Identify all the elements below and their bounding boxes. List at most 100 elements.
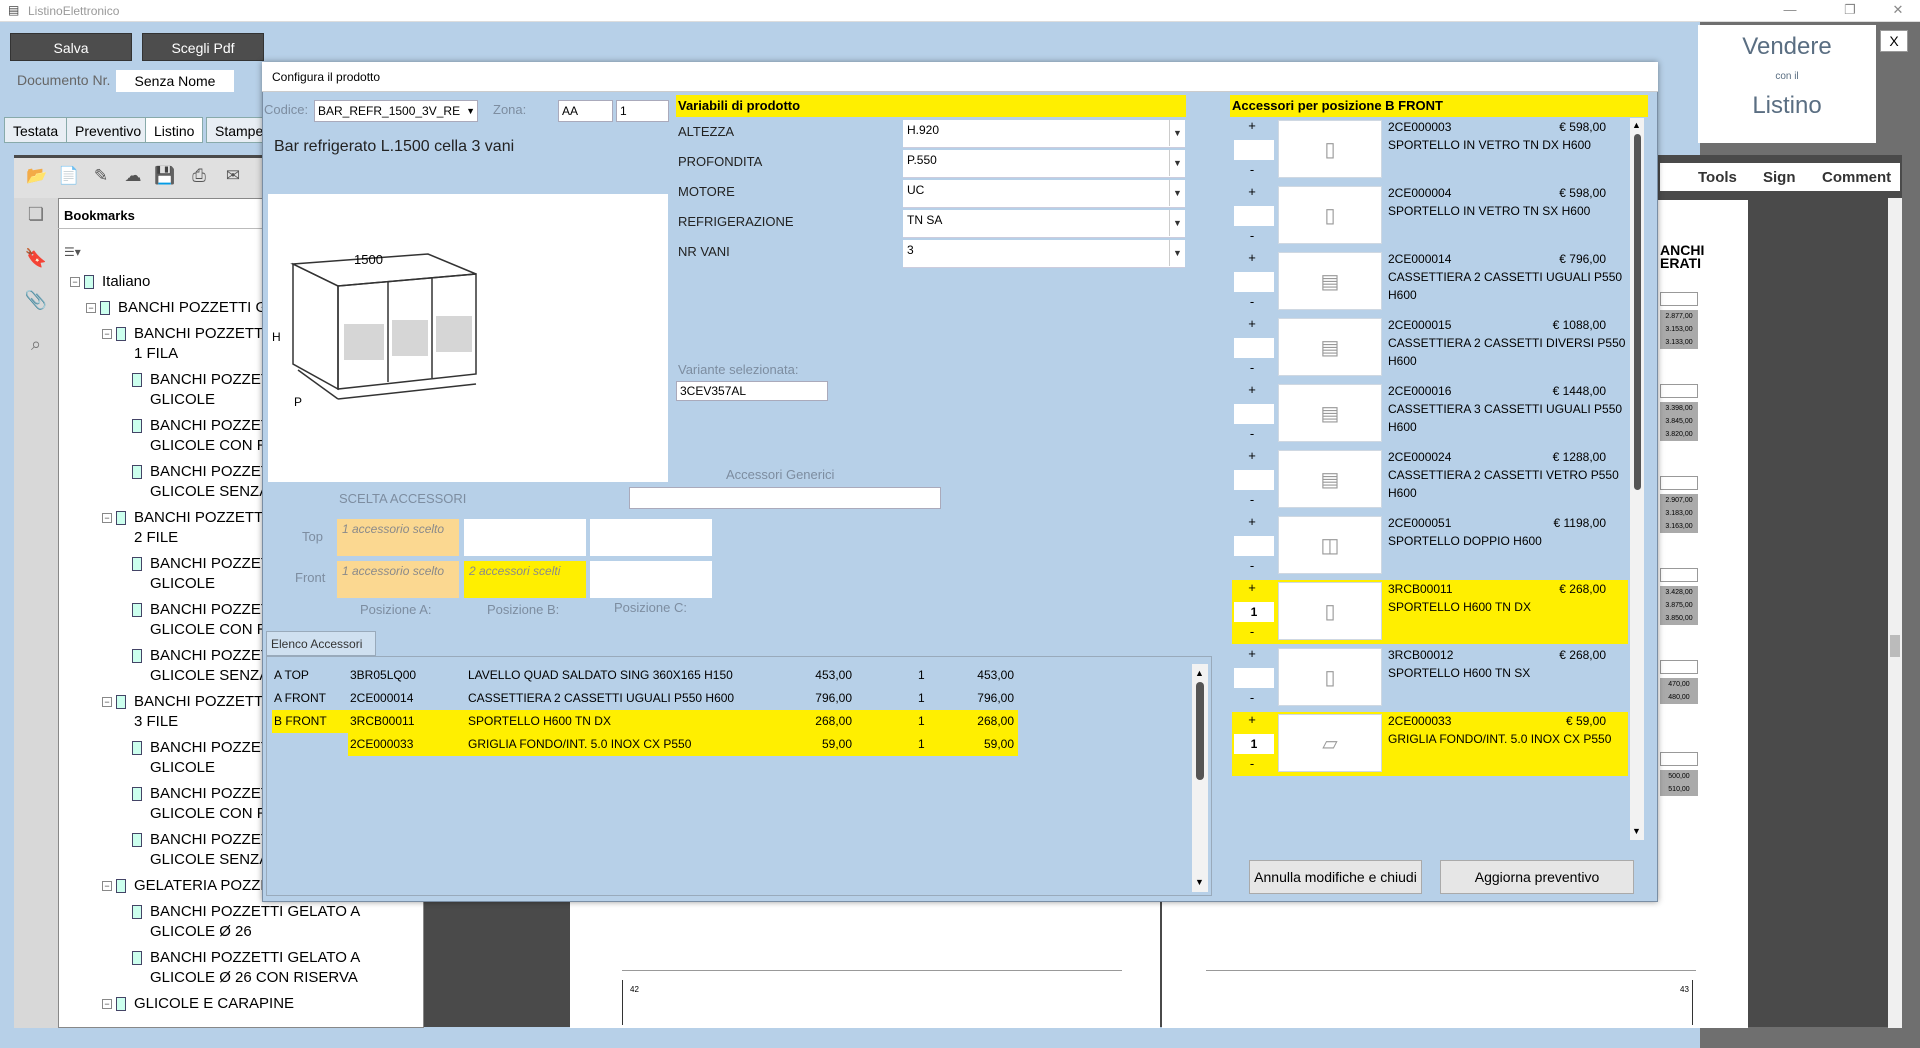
tab-listino[interactable]: Listino xyxy=(145,117,204,143)
minimize-icon[interactable]: — xyxy=(1770,2,1810,20)
slot-top-c[interactable] xyxy=(590,519,712,556)
minus-button[interactable]: - xyxy=(1232,294,1272,309)
catalog-scrollbar-thumb[interactable] xyxy=(1634,134,1641,490)
quantity-field[interactable] xyxy=(1234,206,1274,226)
slot-front-a[interactable]: 1 accessorio scelto xyxy=(337,561,459,598)
document-number-field[interactable]: Senza Nome xyxy=(116,70,234,92)
tab-preventivo[interactable]: Preventivo xyxy=(66,117,151,143)
accessory-image-icon[interactable]: ▯ xyxy=(1278,186,1382,244)
table-row[interactable]: A FRONT 2CE000014 CASSETTIERA 2 CASSETTI U… xyxy=(272,687,1018,710)
accessory-image-icon[interactable]: ▯ xyxy=(1278,648,1382,706)
comment-menu[interactable]: Comment xyxy=(1822,169,1891,186)
variable-select[interactable]: UC ▼ xyxy=(903,180,1185,208)
variable-select[interactable]: P.550 ▼ xyxy=(903,150,1185,178)
minus-button[interactable]: - xyxy=(1232,624,1272,639)
expand-toggle-icon[interactable]: − xyxy=(70,277,80,287)
minus-button[interactable]: - xyxy=(1232,162,1272,177)
sign-menu[interactable]: Sign xyxy=(1763,169,1796,186)
minus-button[interactable]: - xyxy=(1232,690,1272,705)
create-pdf-icon[interactable]: 📄 xyxy=(56,166,82,190)
plus-button[interactable]: + xyxy=(1232,646,1272,661)
pdf-scrollbar[interactable] xyxy=(1888,198,1902,1028)
plus-button[interactable]: + xyxy=(1232,712,1272,727)
plus-button[interactable]: + xyxy=(1232,448,1272,463)
quantity-field[interactable] xyxy=(1234,470,1274,490)
zona-field[interactable]: AA xyxy=(558,100,613,122)
close-button[interactable]: X xyxy=(1880,30,1908,52)
plus-button[interactable]: + xyxy=(1232,184,1272,199)
minus-button[interactable]: - xyxy=(1232,492,1272,507)
plus-button[interactable]: + xyxy=(1232,316,1272,331)
accessory-image-icon[interactable]: ▱ xyxy=(1278,714,1382,772)
save-icon[interactable]: 💾 xyxy=(152,166,178,190)
variable-select[interactable]: H.920 ▼ xyxy=(903,120,1185,148)
tab-accessories-list[interactable]: Elenco Accessori xyxy=(266,631,376,656)
variable-select[interactable]: TN SA ▼ xyxy=(903,210,1185,238)
quantity-field[interactable] xyxy=(1234,536,1274,556)
minus-button[interactable]: - xyxy=(1232,360,1272,375)
close-window-icon[interactable]: ✕ xyxy=(1878,2,1918,20)
expand-toggle-icon[interactable]: − xyxy=(102,697,112,707)
quantity-field[interactable]: 1 xyxy=(1234,734,1274,754)
expand-toggle-icon[interactable]: − xyxy=(102,999,112,1009)
cancel-close-button[interactable]: Annulla modifiche e chiudi xyxy=(1249,860,1422,894)
accessory-image-icon[interactable]: ◫ xyxy=(1278,516,1382,574)
search-icon[interactable]: ⌕ xyxy=(20,334,52,364)
scroll-up-icon[interactable]: ▲ xyxy=(1195,668,1204,678)
quantity-field[interactable] xyxy=(1234,668,1274,688)
zona-number-field[interactable]: 1 xyxy=(616,100,669,122)
bookmark-icon[interactable]: 🔖 xyxy=(20,248,52,278)
quantity-field[interactable] xyxy=(1234,140,1274,160)
scroll-down-icon[interactable]: ▼ xyxy=(1632,826,1641,836)
accessory-image-icon[interactable]: ▤ xyxy=(1278,384,1382,442)
table-row[interactable]: A TOP 3BR05LQ00 LAVELLO QUAD SALDATO SING … xyxy=(272,664,1018,687)
quantity-field[interactable] xyxy=(1234,338,1274,358)
accessory-image-icon[interactable]: ▤ xyxy=(1278,318,1382,376)
expand-toggle-icon[interactable]: − xyxy=(102,513,112,523)
plus-button[interactable]: + xyxy=(1232,514,1272,529)
list-scrollbar-thumb[interactable] xyxy=(1196,682,1204,780)
accessory-image-icon[interactable]: ▯ xyxy=(1278,120,1382,178)
plus-button[interactable]: + xyxy=(1232,250,1272,265)
generic-accessories-field[interactable] xyxy=(629,487,941,509)
slot-front-b[interactable]: 2 accessori scelti xyxy=(464,561,586,598)
update-quote-button[interactable]: Aggiorna preventivo xyxy=(1440,860,1634,894)
minus-button[interactable]: - xyxy=(1232,426,1272,441)
tools-menu[interactable]: Tools xyxy=(1698,169,1737,186)
minus-button[interactable]: - xyxy=(1232,228,1272,243)
pdf-scrollbar-thumb[interactable] xyxy=(1890,635,1900,657)
accessory-image-icon[interactable]: ▯ xyxy=(1278,582,1382,640)
variant-field[interactable]: 3CEV357AL xyxy=(676,381,828,401)
upload-icon[interactable]: ☁ xyxy=(120,166,146,190)
slot-front-c[interactable] xyxy=(590,561,712,598)
codice-select[interactable]: BAR_REFR_1500_3V_RE ▼ xyxy=(314,100,478,122)
pages-icon[interactable]: ❏ xyxy=(20,204,52,234)
variable-select[interactable]: 3 ▼ xyxy=(903,240,1185,268)
table-row[interactable]: 2CE000033 GRIGLIA FONDO/INT. 5.0 INOX CX … xyxy=(272,733,1018,756)
print-icon[interactable]: ⎙ xyxy=(186,166,212,190)
choose-pdf-button[interactable]: Scegli Pdf xyxy=(142,33,264,61)
expand-toggle-icon[interactable]: − xyxy=(102,329,112,339)
minus-button[interactable]: - xyxy=(1232,558,1272,573)
edit-icon[interactable]: ✎ xyxy=(88,166,114,190)
plus-button[interactable]: + xyxy=(1232,580,1272,595)
slot-top-a[interactable]: 1 accessorio scelto xyxy=(337,519,459,556)
quantity-field[interactable] xyxy=(1234,404,1274,424)
plus-button[interactable]: + xyxy=(1232,118,1272,133)
quantity-field[interactable]: 1 xyxy=(1234,602,1274,622)
tab-testata[interactable]: Testata xyxy=(4,117,68,143)
table-row[interactable]: B FRONT 3RCB00011 SPORTELLO H600 TN DX 268,… xyxy=(272,710,1018,733)
expand-toggle-icon[interactable]: − xyxy=(102,881,112,891)
scroll-down-icon[interactable]: ▼ xyxy=(1195,877,1204,887)
restore-icon[interactable]: ❐ xyxy=(1830,2,1870,20)
quantity-field[interactable] xyxy=(1234,272,1274,292)
scroll-up-icon[interactable]: ▲ xyxy=(1632,120,1641,130)
plus-button[interactable]: + xyxy=(1232,382,1272,397)
bookmark-options-icon[interactable]: ☰▾ xyxy=(64,245,81,259)
expand-toggle-icon[interactable]: − xyxy=(86,303,96,313)
minus-button[interactable]: - xyxy=(1232,756,1272,771)
mail-icon[interactable]: ✉ xyxy=(220,166,246,190)
slot-top-b[interactable] xyxy=(464,519,586,556)
save-button[interactable]: Salva xyxy=(10,33,132,61)
open-icon[interactable]: 📂 xyxy=(24,166,50,190)
